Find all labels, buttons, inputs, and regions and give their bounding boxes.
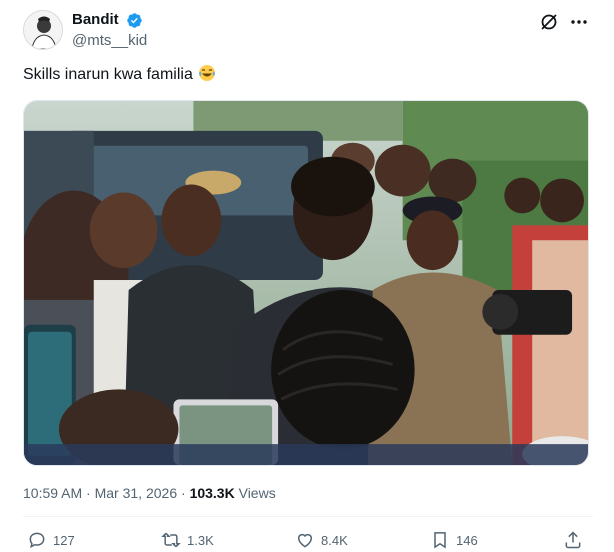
tweet-card: Bandit @mts__kid Skills inarun kwa famil… (0, 0, 614, 551)
meta-separator: · (86, 485, 91, 501)
reply-icon (29, 532, 45, 549)
action-bar: 127 1.3K 8.4K 146 (23, 530, 593, 552)
share-button[interactable] (563, 530, 583, 550)
like-icon (298, 533, 312, 548)
bookmark-button[interactable]: 146 (430, 530, 478, 550)
avatar[interactable] (23, 10, 63, 50)
like-count: 8.4K (321, 532, 348, 548)
tweet-time[interactable]: 10:59 AM (23, 485, 82, 501)
handle[interactable]: @mts__kid (72, 32, 147, 50)
retweet-icon (161, 532, 181, 548)
verified-badge-icon (126, 12, 143, 29)
like-button[interactable]: 8.4K (295, 530, 348, 550)
retweet-count: 1.3K (187, 532, 214, 548)
tweet-meta: 10:59 AM · Mar 31, 2026 · 103.3K Views (23, 484, 276, 502)
divider (23, 516, 593, 517)
laughing-emoji-icon (198, 64, 216, 82)
author-info: Bandit @mts__kid (72, 11, 147, 50)
tweet-header: Bandit @mts__kid (23, 10, 593, 54)
retweet-button[interactable]: 1.3K (161, 530, 214, 550)
bookmark-icon (434, 532, 446, 549)
display-name[interactable]: Bandit (72, 11, 119, 29)
bookmark-count: 146 (456, 532, 478, 548)
reply-count: 127 (53, 532, 75, 548)
video-media[interactable] (23, 100, 589, 466)
meta-separator: · (181, 485, 186, 501)
tweet-text: Skills inarun kwa familia (23, 64, 216, 86)
share-icon (565, 531, 581, 549)
tweet-text-content: Skills inarun kwa familia (23, 66, 193, 83)
reply-button[interactable]: 127 (27, 530, 75, 550)
more-icon[interactable] (569, 12, 589, 32)
views-label: Views (238, 485, 276, 501)
tweet-date[interactable]: Mar 31, 2026 (95, 485, 178, 501)
views-count: 103.3K (189, 485, 235, 501)
grok-icon[interactable] (539, 12, 559, 32)
